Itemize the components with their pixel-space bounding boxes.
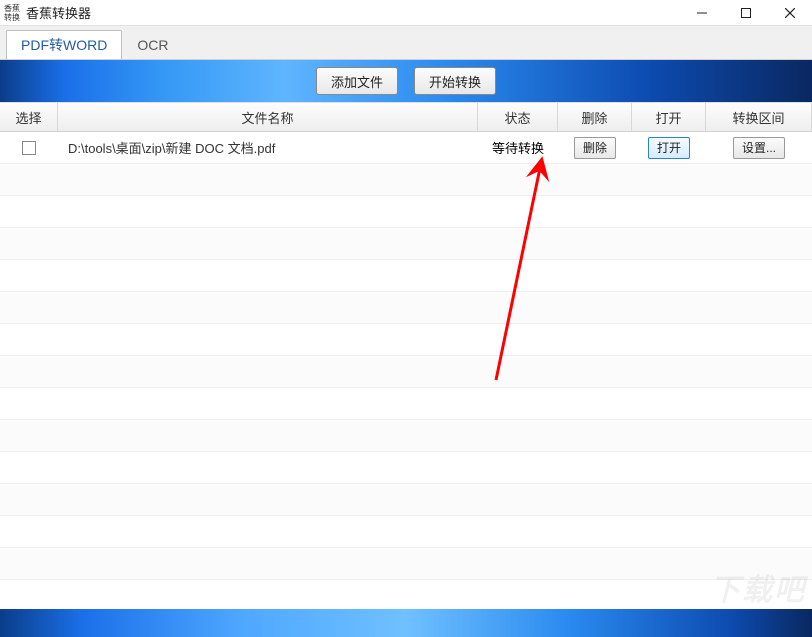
row-delete-cell: 删除 <box>558 132 632 163</box>
row-status: 等待转换 <box>478 132 558 163</box>
table-row <box>0 164 812 196</box>
header-status: 状态 <box>478 103 558 131</box>
header-open: 打开 <box>632 103 706 131</box>
app-icon: 香蕉 转换 <box>4 4 22 22</box>
minimize-button[interactable] <box>680 0 724 26</box>
tab-label: PDF转WORD <box>21 35 107 55</box>
tab-label: OCR <box>137 37 168 53</box>
row-range-button[interactable]: 设置... <box>733 137 785 159</box>
table-row <box>0 228 812 260</box>
table-row <box>0 292 812 324</box>
table-row: D:\tools\桌面\zip\新建 DOC 文档.pdf 等待转换 删除 打开… <box>0 132 812 164</box>
row-filename: D:\tools\桌面\zip\新建 DOC 文档.pdf <box>58 132 478 163</box>
row-range-cell: 设置... <box>706 132 812 163</box>
table-header: 选择 文件名称 状态 删除 打开 转换区间 <box>0 102 812 132</box>
table-row <box>0 196 812 228</box>
toolbar: 添加文件 开始转换 <box>0 60 812 102</box>
table-row <box>0 516 812 548</box>
maximize-button[interactable] <box>724 0 768 26</box>
window-controls <box>680 0 812 26</box>
table-body: D:\tools\桌面\zip\新建 DOC 文档.pdf 等待转换 删除 打开… <box>0 132 812 609</box>
add-file-button[interactable]: 添加文件 <box>316 67 398 95</box>
tab-bar: PDF转WORD OCR <box>0 26 812 60</box>
table-row <box>0 356 812 388</box>
table-row <box>0 452 812 484</box>
app-icon-top: 香蕉 <box>4 4 22 13</box>
header-delete: 删除 <box>558 103 632 131</box>
row-checkbox[interactable] <box>22 141 36 155</box>
table-row <box>0 388 812 420</box>
close-button[interactable] <box>768 0 812 26</box>
table-row <box>0 484 812 516</box>
table-row <box>0 420 812 452</box>
row-open-button[interactable]: 打开 <box>648 137 690 159</box>
header-name: 文件名称 <box>58 103 478 131</box>
bottom-bar <box>0 609 812 637</box>
file-table: 选择 文件名称 状态 删除 打开 转换区间 D:\tools\桌面\zip\新建… <box>0 102 812 609</box>
header-select: 选择 <box>0 103 58 131</box>
row-open-cell: 打开 <box>632 132 706 163</box>
tab-pdf-to-word[interactable]: PDF转WORD <box>6 30 122 59</box>
window-title: 香蕉转换器 <box>26 3 680 22</box>
start-convert-button[interactable]: 开始转换 <box>414 67 496 95</box>
table-row <box>0 548 812 580</box>
app-icon-bottom: 转换 <box>4 13 22 22</box>
tab-ocr[interactable]: OCR <box>122 30 183 59</box>
row-select-cell <box>0 132 58 163</box>
table-row <box>0 260 812 292</box>
row-delete-button[interactable]: 删除 <box>574 137 616 159</box>
title-bar: 香蕉 转换 香蕉转换器 <box>0 0 812 26</box>
header-range: 转换区间 <box>706 103 812 131</box>
table-row <box>0 324 812 356</box>
